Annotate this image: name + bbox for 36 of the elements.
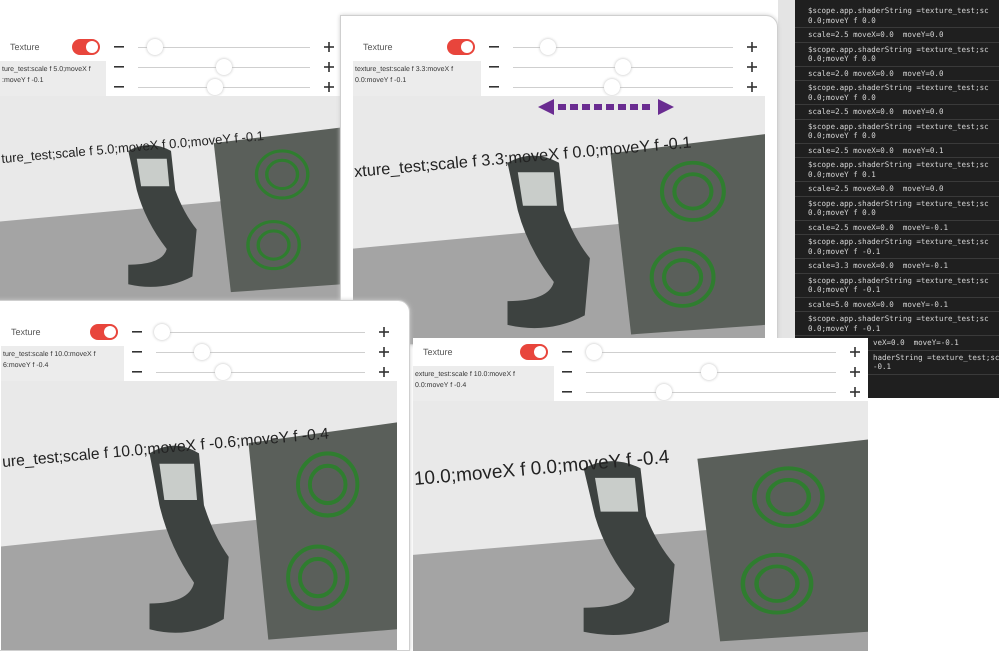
plus-icon[interactable] (747, 42, 757, 52)
plus-icon[interactable] (850, 387, 860, 397)
toggle-switch[interactable] (520, 344, 548, 360)
overlay-text: 10.0;moveX f 0.0;moveY f -0.4 (413, 446, 670, 490)
plus-icon[interactable] (747, 82, 757, 92)
slider-thumb[interactable] (216, 58, 232, 74)
overlay-text: ture_test;scale f 5.0;moveX f 0.0;moveY f -0.1 (0, 128, 265, 166)
slider-thumb[interactable] (154, 324, 170, 340)
slider-thumb[interactable] (540, 38, 556, 54)
plus-icon[interactable] (850, 347, 860, 357)
slider-thumb[interactable] (207, 78, 224, 94)
plus-icon[interactable] (850, 367, 860, 377)
toggle-switch[interactable] (90, 324, 118, 340)
toggle-switch[interactable] (446, 39, 475, 55)
slider-thumb[interactable] (194, 344, 210, 360)
plus-icon[interactable] (747, 62, 757, 72)
plus-icon[interactable] (379, 347, 389, 357)
texture-label: Texture (363, 42, 393, 52)
overlay-text: ure_test;scale f 10.0;moveX f -0.6;moveY f -0.4 (1, 425, 330, 472)
plus-icon[interactable] (324, 42, 334, 52)
plus-icon[interactable] (324, 62, 334, 72)
slider-thumb[interactable] (586, 344, 602, 360)
texture-label: Texture (10, 42, 40, 52)
slider-thumb[interactable] (604, 78, 620, 94)
slider-thumb[interactable] (147, 38, 164, 54)
slider-thumb[interactable] (700, 364, 717, 380)
plus-icon[interactable] (324, 82, 334, 92)
slider-thumb[interactable] (614, 58, 631, 74)
plus-icon[interactable] (379, 367, 389, 377)
texture-label: Texture (11, 327, 41, 337)
texture-label: Texture (423, 347, 453, 357)
toggle-switch[interactable] (72, 39, 100, 55)
plus-icon[interactable] (379, 327, 389, 337)
slider-thumb[interactable] (656, 384, 672, 400)
overlay-text: xture_test;scale f 3.3;moveX f 0.0;moveY f -0.1 (353, 134, 692, 182)
slider-thumb[interactable] (214, 364, 231, 380)
